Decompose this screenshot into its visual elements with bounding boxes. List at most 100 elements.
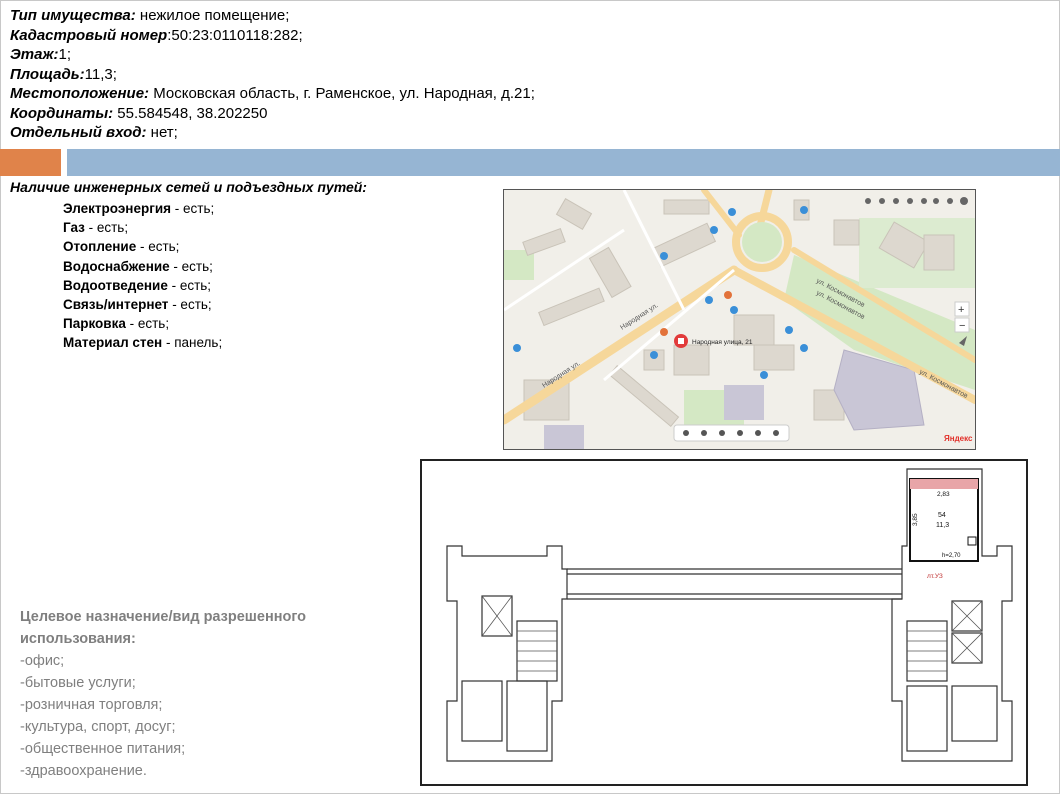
right-room bbox=[906, 685, 948, 752]
pin-label: Народная улица, 21 bbox=[692, 339, 753, 346]
yandex-logo: Яндекс bbox=[944, 434, 973, 443]
permitted-use-item: -розничная торговля; bbox=[20, 697, 163, 713]
building bbox=[724, 385, 764, 420]
map-tool-icon[interactable] bbox=[737, 430, 743, 436]
building bbox=[663, 199, 710, 215]
utility-label: Водоотведение bbox=[63, 277, 168, 293]
coordinates-row: Координаты: 55.584548, 38.202250 bbox=[10, 104, 535, 124]
left-room bbox=[461, 680, 503, 742]
utility-value: - есть; bbox=[136, 239, 180, 255]
separate-entrance-label: Отдельный вход: bbox=[10, 124, 147, 141]
building bbox=[833, 219, 860, 246]
roundabout-center bbox=[742, 222, 782, 262]
map-control-icon[interactable] bbox=[879, 198, 885, 204]
room-height-dim: h=2,70 bbox=[942, 553, 961, 559]
left-room bbox=[506, 680, 548, 752]
map-control-icon[interactable] bbox=[947, 198, 953, 204]
permitted-use-title-line1: Целевое назначение/вид разрешенного bbox=[20, 609, 307, 625]
poi-icon bbox=[650, 351, 658, 359]
map-tool-icon[interactable] bbox=[773, 430, 779, 436]
utility-value: - есть; bbox=[84, 220, 129, 236]
accent-bar-blue bbox=[67, 149, 1060, 176]
room-depth-dim: 3,85 bbox=[912, 513, 919, 526]
plan-mark: лт.УЗ bbox=[927, 573, 943, 580]
utility-value: - есть; bbox=[169, 258, 213, 274]
poi-icon bbox=[800, 344, 808, 352]
map-control-icon[interactable] bbox=[960, 197, 968, 205]
building bbox=[923, 234, 955, 271]
poi-icon bbox=[800, 206, 808, 214]
utility-sewerage: Водоотведение - есть; bbox=[63, 276, 222, 295]
permitted-use-item: -культура, спорт, досуг; bbox=[20, 719, 176, 735]
utility-label: Электроэнергия bbox=[63, 201, 172, 216]
map-control-icon[interactable] bbox=[921, 198, 927, 204]
room-width-dim: 2,83 bbox=[937, 491, 950, 498]
property-type-row: Тип имущества: нежилое помещение; bbox=[10, 6, 535, 26]
floor-label: Этаж: bbox=[10, 46, 59, 63]
poi-icon bbox=[724, 291, 732, 299]
utility-wall-material: Материал стен - панель; bbox=[63, 333, 222, 352]
right-room bbox=[951, 685, 998, 742]
search-icon[interactable] bbox=[683, 430, 689, 436]
poi-icon bbox=[660, 328, 668, 336]
utility-label: Газ bbox=[63, 220, 85, 236]
floor-plan-drawing: 2,83 3,85 54 11,3 h=2,70 лт.УЗ bbox=[446, 468, 1013, 762]
permitted-use-item: -общественное питания; bbox=[20, 741, 186, 757]
map-control-icon[interactable] bbox=[933, 198, 939, 204]
property-type-value: нежилое помещение; bbox=[135, 7, 290, 24]
plus-icon: + bbox=[958, 304, 964, 316]
cadastral-number-value: :50:23:0110118:282; bbox=[167, 26, 303, 44]
building bbox=[753, 344, 795, 371]
utility-label: Материал стен bbox=[63, 335, 163, 351]
room-highlight bbox=[910, 479, 978, 489]
permitted-use-item: -бытовые услуги; bbox=[20, 675, 136, 691]
floor-value: 1; bbox=[58, 46, 72, 63]
engineering-title: Наличие инженерных сетей и подъездных пу… bbox=[10, 179, 367, 195]
coordinates-label: Координаты: bbox=[10, 104, 114, 122]
location-map[interactable]: Народная ул. Народная ул. ул. Космонавто… bbox=[503, 189, 976, 450]
poi-icon bbox=[785, 326, 793, 334]
building bbox=[673, 344, 710, 376]
utility-value: - есть; bbox=[168, 297, 212, 313]
permitted-use-title-line2: использования: bbox=[20, 631, 136, 647]
location-value: Московская область, г. Раменское, ул. На… bbox=[149, 85, 535, 102]
property-details: Тип имущества: нежилое помещение; Кадаст… bbox=[10, 6, 535, 143]
poi-icon bbox=[710, 226, 718, 234]
poi-icon bbox=[728, 208, 736, 216]
utility-label: Связь/интернет bbox=[63, 297, 169, 313]
utility-value: - есть; bbox=[167, 277, 212, 293]
cadastral-number-row: Кадастровый номер:50:23:0110118:282; bbox=[10, 26, 535, 46]
area-value: 11,3; bbox=[84, 65, 117, 83]
map-control-icon[interactable] bbox=[907, 198, 913, 204]
map-canvas: Народная ул. Народная ул. ул. Космонавто… bbox=[504, 190, 975, 449]
floor-plan: 2,83 3,85 54 11,3 h=2,70 лт.УЗ bbox=[420, 459, 1028, 786]
map-control-icon[interactable] bbox=[865, 198, 871, 204]
utility-value: - панель; bbox=[162, 335, 223, 351]
permitted-use-item: -офис; bbox=[20, 653, 65, 669]
location-label: Местоположение: bbox=[10, 85, 150, 102]
cadastral-number-label: Кадастровый номер bbox=[10, 26, 168, 44]
area-label: Площадь: bbox=[10, 65, 85, 83]
area-row: Площадь:11,3; bbox=[10, 65, 535, 85]
utility-value: - есть; bbox=[125, 316, 170, 332]
poi-icon bbox=[513, 344, 521, 352]
poi-icon bbox=[705, 296, 713, 304]
utility-heating: Отопление - есть; bbox=[63, 237, 222, 256]
map-tool-icon[interactable] bbox=[719, 430, 725, 436]
accent-bar-orange bbox=[0, 149, 61, 176]
utility-gas: Газ - есть; bbox=[63, 218, 222, 237]
separate-entrance-value: нет; bbox=[146, 124, 178, 141]
map-control-icon[interactable] bbox=[893, 198, 899, 204]
room-door-icon bbox=[967, 536, 977, 546]
building bbox=[544, 425, 584, 449]
map-tool-icon[interactable] bbox=[755, 430, 761, 436]
separate-entrance-row: Отдельный вход: нет; bbox=[10, 123, 535, 143]
map-bottom-toolbar[interactable] bbox=[673, 424, 790, 442]
map-tool-icon[interactable] bbox=[701, 430, 707, 436]
floor-row: Этаж:1; bbox=[10, 45, 535, 65]
coordinates-value: 55.584548, 38.202250 bbox=[113, 104, 268, 122]
permitted-use-section: Целевое назначение/вид разрешенного испо… bbox=[20, 606, 306, 782]
poi-icon bbox=[760, 371, 768, 379]
location-pin-icon[interactable] bbox=[674, 334, 688, 348]
engineering-list: Электроэнергия - есть; Газ - есть; Отопл… bbox=[63, 199, 222, 353]
